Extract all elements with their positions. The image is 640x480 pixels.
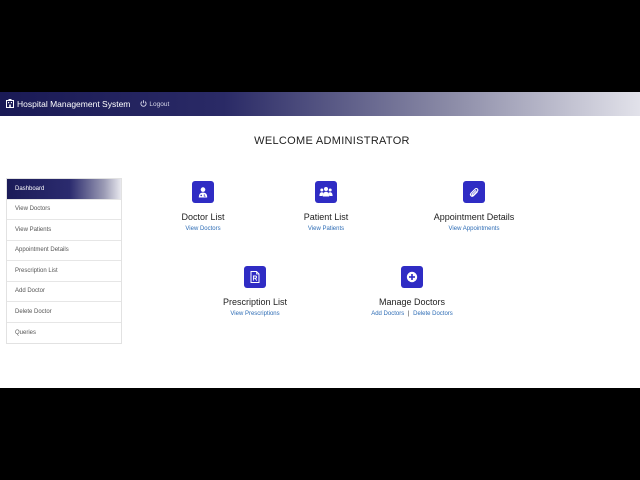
view-prescriptions-link[interactable]: View Prescriptions: [205, 311, 305, 317]
prescription-list-title: Prescription List: [222, 297, 288, 307]
sidebar-item-add-doctor[interactable]: Add Doctor: [7, 282, 121, 302]
patient-list-title: Patient List: [303, 212, 349, 222]
sidebar-item-prescription-list[interactable]: Prescription List: [7, 261, 121, 282]
sidebar-item-queries[interactable]: Queries: [7, 323, 121, 344]
view-patients-link[interactable]: View Patients: [276, 226, 376, 232]
sidebar-item-delete-doctor[interactable]: Delete Doctor: [7, 302, 121, 323]
patient-list-card: Patient List View Patients: [276, 181, 376, 232]
sidebar-item-view-doctors[interactable]: View Doctors: [7, 200, 121, 220]
link-separator: |: [407, 311, 410, 317]
appointment-details-title: Appointment Details: [433, 212, 515, 222]
paperclip-icon: [463, 181, 485, 203]
doctor-icon: [192, 181, 214, 203]
sidebar-item-view-patients[interactable]: View Patients: [7, 220, 121, 241]
logout-label: Logout: [149, 100, 170, 108]
view-doctors-link[interactable]: View Doctors: [153, 226, 253, 232]
manage-doctors-links: Add Doctors | Delete Doctors: [352, 311, 472, 317]
app-screen: Hospital Management System Logout WELCOM…: [0, 92, 640, 388]
sidebar: Dashboard View Doctors View Patients App…: [6, 178, 122, 344]
doctor-list-card: Doctor List View Doctors: [153, 181, 253, 232]
sidebar-item-appointment-details[interactable]: Appointment Details: [7, 241, 121, 261]
top-navbar: Hospital Management System Logout: [0, 92, 640, 116]
sidebar-item-dashboard[interactable]: Dashboard: [7, 179, 121, 200]
brand[interactable]: Hospital Management System: [6, 98, 131, 110]
brand-title: Hospital Management System: [17, 99, 131, 109]
hospital-icon: [6, 98, 17, 110]
users-icon: [315, 181, 337, 203]
appointment-details-card: Appointment Details View Appointments: [414, 181, 534, 232]
page-title: WELCOME ADMINISTRATOR: [254, 135, 410, 147]
manage-doctors-card: Manage Doctors Add Doctors | Delete Doct…: [352, 266, 472, 317]
prescription-list-card: Prescription List View Prescriptions: [205, 266, 305, 317]
manage-doctors-title: Manage Doctors: [378, 297, 446, 307]
logout-button[interactable]: Logout: [140, 99, 170, 109]
plus-circle-icon: [401, 266, 423, 288]
add-doctors-link[interactable]: Add Doctors: [371, 311, 404, 317]
doctor-list-title: Doctor List: [181, 212, 225, 222]
prescription-file-icon: [244, 266, 266, 288]
view-appointments-link[interactable]: View Appointments: [414, 226, 534, 232]
power-icon: [140, 99, 149, 109]
delete-doctors-link[interactable]: Delete Doctors: [413, 311, 453, 317]
